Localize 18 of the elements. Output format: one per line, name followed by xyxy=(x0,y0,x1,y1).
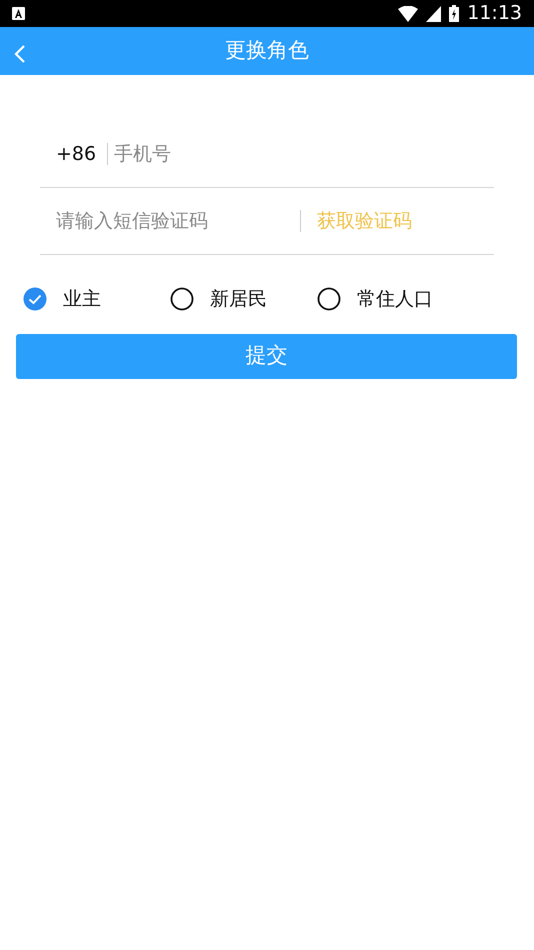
page-title: 更换角色 xyxy=(225,37,309,64)
signal-icon xyxy=(426,6,442,22)
status-time: 11:13 xyxy=(467,1,522,26)
role-label: 业主 xyxy=(63,287,101,312)
back-icon xyxy=(14,44,26,64)
submit-button[interactable]: 提交 xyxy=(16,334,517,378)
phone-input-field[interactable]: 手机号 xyxy=(108,138,494,170)
radio-icon[interactable] xyxy=(170,287,194,312)
sms-code-input-field[interactable]: 请输入短信验证码 xyxy=(40,206,300,236)
app-notification-icon xyxy=(12,7,25,20)
radio-icon[interactable] xyxy=(317,287,341,312)
get-code-button[interactable]: 获取验证码 xyxy=(301,206,412,236)
role-label: 新居民 xyxy=(210,287,267,312)
wifi-icon xyxy=(398,6,418,22)
country-code[interactable]: +86 xyxy=(40,140,107,168)
battery-icon xyxy=(449,5,460,22)
role-label: 常住人口 xyxy=(357,287,433,312)
radio-checked-icon[interactable] xyxy=(23,287,47,312)
